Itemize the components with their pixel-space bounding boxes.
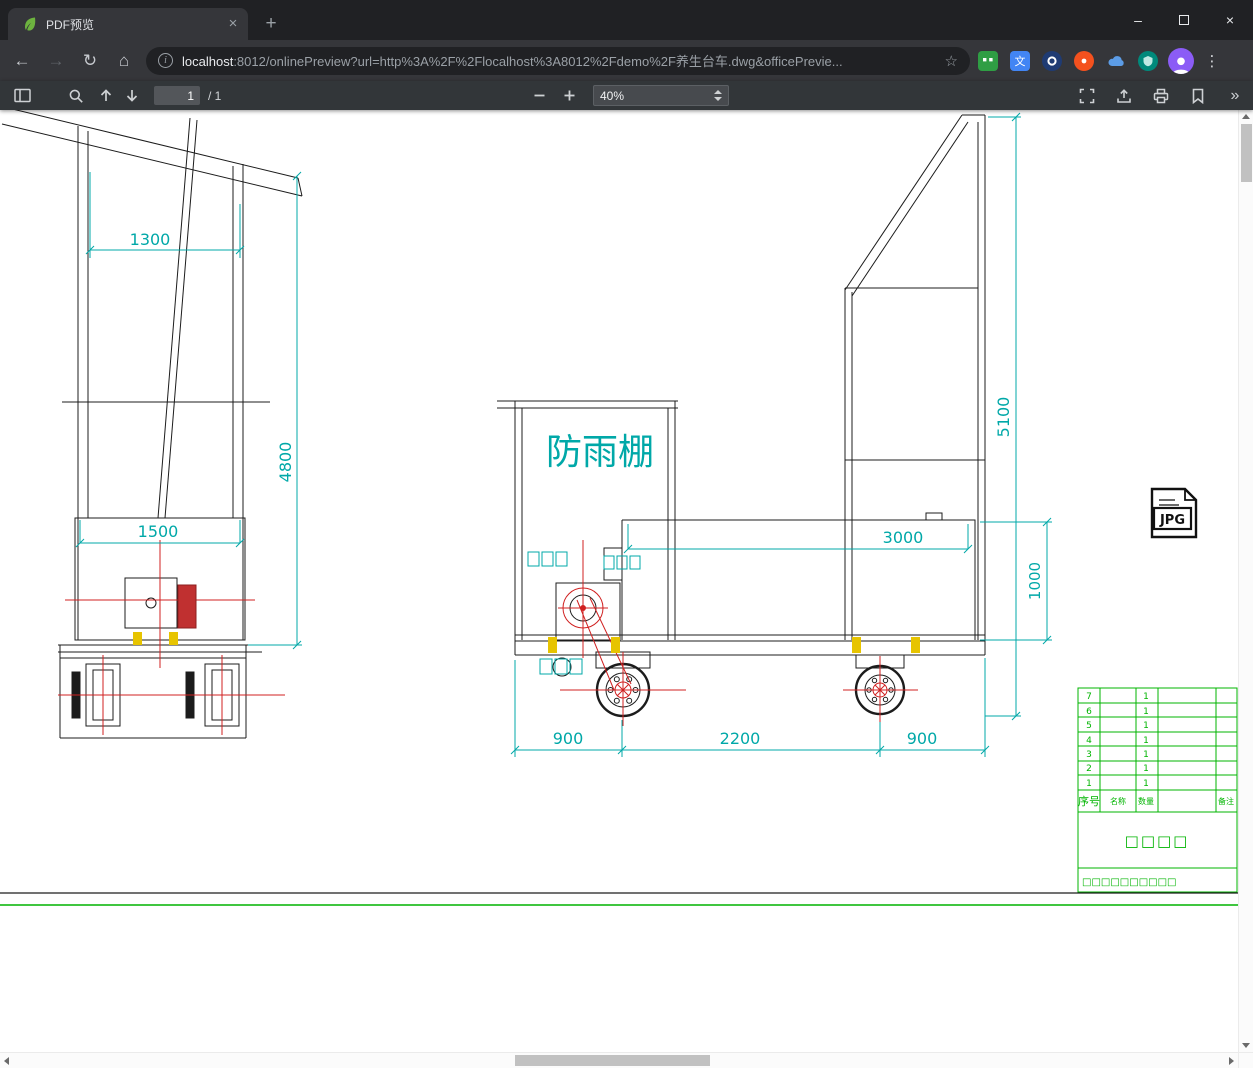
url-text: localhost:8012/onlinePreview?url=http%3A… (182, 51, 937, 70)
url-path: :8012/onlinePreview?url=http%3A%2F%2Floc… (233, 54, 843, 69)
open-file-icon[interactable] (1112, 85, 1136, 107)
sidebar-toggle-button[interactable] (10, 85, 34, 107)
extension-green-icon[interactable] (978, 50, 998, 71)
browser-tab[interactable]: PDF预览 × (8, 8, 248, 40)
red-hatched-part (177, 584, 197, 629)
fullscreen-icon[interactable] (1075, 85, 1099, 107)
search-icon[interactable] (64, 85, 88, 107)
jpg-label: JPG (1159, 513, 1185, 528)
scroll-up-arrow-icon[interactable] (1242, 114, 1250, 119)
svg-text:1: 1 (1143, 692, 1149, 702)
shield-extension-icon[interactable] (1138, 50, 1158, 71)
profile-avatar[interactable] (1168, 47, 1194, 74)
svg-text:1: 1 (1143, 721, 1149, 731)
header-name: 名称 (1110, 796, 1126, 806)
dimension-labels: 1300 4800 1500 防雨棚 3000 1000 5100 900 22… (130, 230, 1044, 748)
forward-button[interactable]: → (42, 47, 70, 75)
url-bar[interactable]: i localhost:8012/onlinePreview?url=http%… (146, 46, 970, 75)
header-qty: 数量 (1138, 796, 1154, 806)
horizontal-scroll-thumb[interactable] (515, 1055, 710, 1066)
title-block (1077, 687, 1238, 893)
header-remark: 备注 (1218, 796, 1234, 806)
svg-text:1: 1 (1143, 736, 1149, 746)
header-no: 序号 (1078, 794, 1100, 808)
bookmark-icon[interactable] (1186, 85, 1210, 107)
document-viewport: 1300 4800 1500 防雨棚 3000 1000 5100 900 22… (0, 110, 1238, 1052)
browser-window: PDF预览 × + – × ← → ↻ ⌂ i localhost:8012/o… (0, 0, 1253, 1079)
page-down-button[interactable] (120, 85, 144, 107)
url-host: localhost (182, 54, 234, 69)
scrollbar-corner (1238, 1052, 1253, 1068)
scroll-right-arrow-icon[interactable] (1229, 1057, 1234, 1065)
zoom-in-button[interactable] (557, 85, 581, 107)
dim-4800: 4800 (276, 442, 295, 483)
bookmark-star-icon[interactable]: ☆ (945, 52, 958, 70)
svg-text:3: 3 (1086, 750, 1092, 760)
page-info-icon[interactable]: i (158, 53, 173, 68)
svg-text:1: 1 (1143, 764, 1149, 774)
motor-center (580, 605, 586, 611)
svg-text:4: 4 (1086, 736, 1092, 746)
extension-blue-circle-icon[interactable] (1042, 50, 1062, 71)
dim-900-left: 900 (553, 729, 584, 748)
home-button[interactable]: ⌂ (110, 47, 138, 75)
extensions-area: 文 (978, 50, 1158, 71)
print-icon[interactable] (1149, 85, 1173, 107)
svg-text:2: 2 (1086, 764, 1092, 774)
svg-text:1: 1 (1143, 750, 1149, 760)
cloud-extension-icon[interactable] (1106, 51, 1126, 71)
browser-toolbar: ← → ↻ ⌂ i localhost:8012/onlinePreview?u… (0, 40, 1253, 81)
tab-close-icon[interactable]: × (224, 15, 242, 33)
svg-text:1: 1 (1086, 779, 1092, 789)
shelter-label: 防雨棚 (546, 432, 654, 473)
front-view (1, 110, 303, 739)
maximize-button[interactable] (1161, 0, 1207, 40)
cad-drawing: 1300 4800 1500 防雨棚 3000 1000 5100 900 22… (0, 110, 1238, 906)
translate-extension-icon[interactable]: 文 (1010, 50, 1030, 71)
side-view (497, 114, 986, 718)
page-number-input[interactable] (154, 86, 200, 105)
svg-text:6: 6 (1086, 707, 1092, 717)
zoom-out-button[interactable] (527, 85, 551, 107)
dim-5100: 5100 (994, 397, 1013, 438)
horizontal-scrollbar[interactable] (0, 1052, 1238, 1068)
dim-1300: 1300 (130, 230, 171, 249)
new-tab-button[interactable]: + (258, 12, 284, 38)
dim-1500: 1500 (138, 522, 179, 541)
scroll-down-arrow-icon[interactable] (1242, 1043, 1250, 1048)
tab-strip: PDF预览 × + – × (0, 0, 1253, 40)
svg-text:1: 1 (1143, 779, 1149, 789)
jpg-file-icon: JPG (1150, 487, 1198, 539)
minimize-button[interactable]: – (1115, 0, 1161, 40)
more-tools-icon[interactable]: » (1223, 85, 1247, 107)
svg-text:5: 5 (1086, 721, 1092, 731)
back-button[interactable]: ← (8, 47, 36, 75)
vertical-scrollbar[interactable] (1238, 110, 1253, 1052)
drawing-title: □□□□ (1125, 832, 1190, 850)
svg-text:7: 7 (1086, 692, 1092, 702)
page-count-label: / 1 (208, 88, 222, 103)
leaf-favicon-icon (25, 17, 36, 31)
page-border (0, 892, 1238, 906)
scroll-left-arrow-icon[interactable] (4, 1057, 9, 1065)
dim-3000: 3000 (883, 528, 924, 547)
drawing-footer: □□□□□□□□□□ (1082, 877, 1176, 888)
zoom-value: 40% (600, 88, 625, 103)
window-controls: – × (1115, 0, 1253, 40)
pdf-toolbar: / 1 40% (0, 81, 1253, 110)
dim-1000: 1000 (1026, 562, 1044, 600)
tab-title: PDF预览 (46, 17, 95, 32)
extension-orange-icon[interactable] (1074, 50, 1094, 71)
reload-button[interactable]: ↻ (76, 47, 104, 75)
zoom-select[interactable]: 40% (593, 85, 729, 106)
vertical-scroll-thumb[interactable] (1241, 124, 1252, 182)
browser-menu-kebab-icon[interactable]: ⋮ (1202, 52, 1222, 70)
zoom-spinner-icon (714, 90, 722, 101)
close-button[interactable]: × (1207, 0, 1253, 40)
svg-text:1: 1 (1143, 707, 1149, 717)
dim-2200: 2200 (720, 729, 761, 748)
dim-900-right: 900 (907, 729, 938, 748)
page-up-button[interactable] (94, 85, 118, 107)
